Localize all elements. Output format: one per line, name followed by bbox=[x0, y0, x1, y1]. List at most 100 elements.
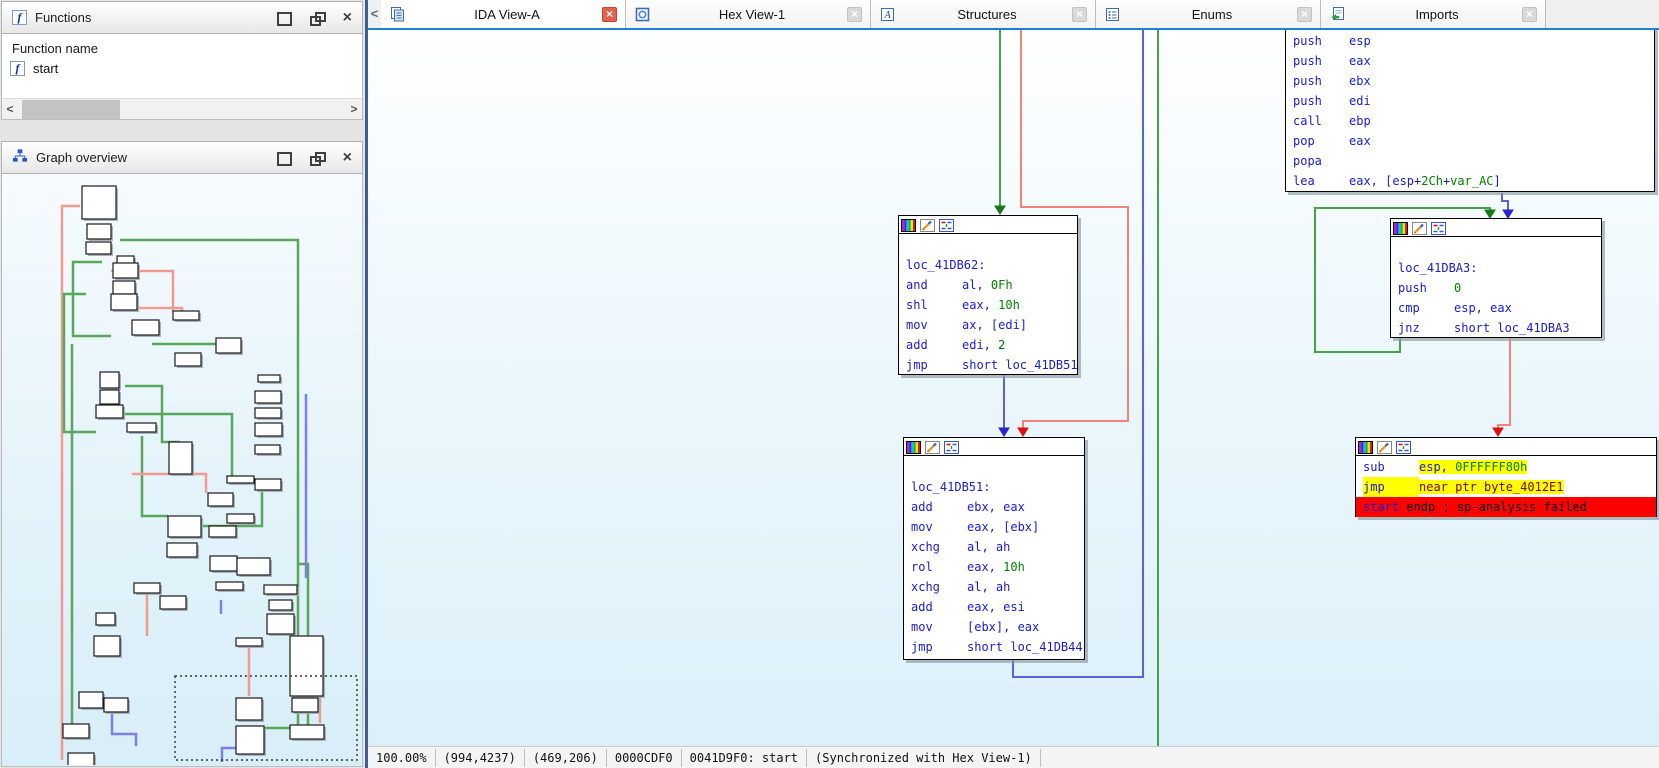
asm-token[interactable]: push bbox=[1293, 71, 1349, 91]
minimap-node[interactable] bbox=[169, 442, 192, 474]
asm-token[interactable]: 0Fh bbox=[991, 278, 1013, 292]
minimap-node[interactable] bbox=[237, 558, 270, 575]
graph-overview-titlebar[interactable]: Graph overview × bbox=[1, 141, 363, 174]
minimap-node[interactable] bbox=[96, 405, 123, 418]
asm-token[interactable]: al, ah bbox=[967, 580, 1010, 594]
asm-token[interactable]: short loc_41DB44 bbox=[967, 640, 1083, 654]
minimap-node[interactable] bbox=[168, 516, 201, 537]
asm-token[interactable]: eax bbox=[1349, 54, 1371, 68]
basic-block-loc-41DBA3[interactable]: loc_41DBA3:push0cmpesp, eaxjnzshort loc_… bbox=[1390, 218, 1602, 338]
asm-token[interactable]: push bbox=[1293, 51, 1349, 71]
tab-close-icon[interactable]: × bbox=[1072, 7, 1087, 22]
asm-token[interactable]: eax, bbox=[962, 298, 998, 312]
asm-token[interactable]: edi, bbox=[962, 338, 998, 352]
asm-token[interactable]: ebx, eax bbox=[967, 500, 1025, 514]
minimap-node[interactable] bbox=[264, 585, 297, 594]
close-icon[interactable]: × bbox=[343, 152, 352, 163]
minimap-node[interactable] bbox=[255, 423, 282, 436]
minimap-node[interactable] bbox=[132, 320, 159, 335]
asm-token[interactable]: near ptr byte_4012E1 bbox=[1419, 480, 1564, 494]
asm-token[interactable]: lea bbox=[1293, 171, 1349, 191]
minimap-node[interactable] bbox=[227, 476, 254, 483]
scrollbar-thumb[interactable] bbox=[22, 100, 120, 119]
group-node-icon[interactable] bbox=[1396, 440, 1411, 453]
asm-token[interactable]: eax bbox=[1349, 134, 1371, 148]
tab-hex-view-1[interactable]: Hex View-1× bbox=[626, 0, 871, 28]
asm-line[interactable]: jmpshort loc_41DB44 bbox=[904, 637, 1084, 657]
asm-line[interactable]: callebp bbox=[1286, 111, 1654, 131]
asm-line[interactable]: xchgal, ah bbox=[904, 537, 1084, 557]
edit-node-icon[interactable] bbox=[920, 218, 935, 231]
asm-line[interactable]: mov[ebx], eax bbox=[904, 617, 1084, 637]
asm-token[interactable]: esp, bbox=[1419, 460, 1455, 474]
minimap-node[interactable] bbox=[113, 281, 135, 294]
asm-token[interactable]: eax, bbox=[967, 560, 1003, 574]
asm-line[interactable]: jnzshort loc_41DBA3 bbox=[1391, 318, 1601, 338]
asm-token[interactable]: mov bbox=[911, 617, 967, 637]
functions-panel-titlebar[interactable]: f Functions × bbox=[1, 1, 363, 34]
asm-line[interactable] bbox=[899, 235, 1077, 255]
asm-token[interactable]: ebx bbox=[1349, 74, 1371, 88]
asm-token[interactable]: esp bbox=[1349, 34, 1371, 48]
asm-line[interactable]: popa bbox=[1286, 151, 1654, 171]
asm-line[interactable]: addebx, eax bbox=[904, 497, 1084, 517]
minimap-node[interactable] bbox=[100, 372, 119, 388]
minimap-node[interactable] bbox=[160, 596, 186, 609]
group-node-icon[interactable] bbox=[944, 440, 959, 453]
asm-token[interactable]: jnz bbox=[1398, 318, 1454, 338]
asm-line[interactable]: roleax, 10h bbox=[904, 557, 1084, 577]
minimap-node[interactable] bbox=[63, 724, 89, 738]
asm-token[interactable]: jmp bbox=[1363, 477, 1419, 497]
minimap-node[interactable] bbox=[255, 445, 280, 454]
asm-token[interactable]: al, bbox=[962, 278, 991, 292]
asm-token[interactable]: 2Ch bbox=[1421, 174, 1443, 188]
minimap-node[interactable] bbox=[258, 375, 280, 382]
minimap-node[interactable] bbox=[79, 692, 103, 708]
asm-token[interactable]: short loc_41DB51 bbox=[962, 358, 1078, 372]
asm-token[interactable]: push bbox=[1398, 278, 1454, 298]
edit-node-icon[interactable] bbox=[1377, 440, 1392, 453]
minimap-node[interactable] bbox=[104, 698, 128, 712]
asm-token[interactable]: rol bbox=[911, 557, 967, 577]
group-node-icon[interactable] bbox=[939, 218, 954, 231]
node-color-icon[interactable] bbox=[901, 218, 916, 231]
minimap-node[interactable] bbox=[255, 391, 281, 403]
tab-structures[interactable]: AStructures× bbox=[871, 0, 1096, 28]
basic-block-loc-41DB51[interactable]: loc_41DB51:addebx, eaxmoveax, [ebx]xchga… bbox=[903, 437, 1085, 660]
tab-close-icon[interactable]: × bbox=[602, 7, 617, 22]
restore-icon[interactable] bbox=[310, 152, 323, 163]
minimap-node[interactable] bbox=[100, 390, 119, 404]
asm-token[interactable]: push bbox=[1293, 91, 1349, 111]
asm-line[interactable]: xchgal, ah bbox=[904, 577, 1084, 597]
asm-token[interactable]: shl bbox=[906, 295, 962, 315]
minimap-node[interactable] bbox=[227, 514, 254, 523]
minimap-node[interactable] bbox=[255, 408, 281, 418]
tab-scroll-left-icon[interactable]: < bbox=[368, 0, 381, 28]
tab-close-icon[interactable]: × bbox=[1522, 7, 1537, 22]
asm-line[interactable]: shleax, 10h bbox=[899, 295, 1077, 315]
asm-line[interactable]: loc_41DBA3: bbox=[1391, 258, 1601, 278]
basic-block-entry[interactable]: pushesppusheaxpushebxpushedicallebppopea… bbox=[1285, 30, 1655, 192]
group-node-icon[interactable] bbox=[1431, 221, 1446, 234]
asm-line[interactable]: addedi, 2 bbox=[899, 335, 1077, 355]
node-color-icon[interactable] bbox=[906, 440, 921, 453]
asm-token[interactable]: loc_41DBA3: bbox=[1398, 261, 1477, 275]
asm-line[interactable]: push0 bbox=[1391, 278, 1601, 298]
minimap-node[interactable] bbox=[255, 479, 281, 490]
asm-token[interactable]: short loc_41DBA3 bbox=[1454, 321, 1570, 335]
asm-token[interactable]: cmp bbox=[1398, 298, 1454, 318]
minimap-node[interactable] bbox=[216, 338, 241, 353]
asm-token[interactable]: start bbox=[1363, 500, 1399, 514]
basic-block-exit[interactable]: subesp, 0FFFFFF80hjmpnear ptr byte_4012E… bbox=[1355, 437, 1657, 517]
node-color-icon[interactable] bbox=[1393, 221, 1408, 234]
asm-token[interactable]: xchg bbox=[911, 537, 967, 557]
node-color-icon[interactable] bbox=[1358, 440, 1373, 453]
minimap-node[interactable] bbox=[87, 224, 111, 239]
asm-token[interactable]: 0FFFFFF80h bbox=[1455, 460, 1527, 474]
functions-hscrollbar[interactable]: < > bbox=[2, 98, 362, 119]
asm-token[interactable]: edi bbox=[1349, 94, 1371, 108]
asm-line[interactable]: pushebx bbox=[1286, 71, 1654, 91]
minimap-node[interactable] bbox=[94, 636, 120, 656]
asm-line[interactable]: subesp, 0FFFFFF80h bbox=[1356, 457, 1656, 477]
asm-token[interactable]: and bbox=[906, 275, 962, 295]
